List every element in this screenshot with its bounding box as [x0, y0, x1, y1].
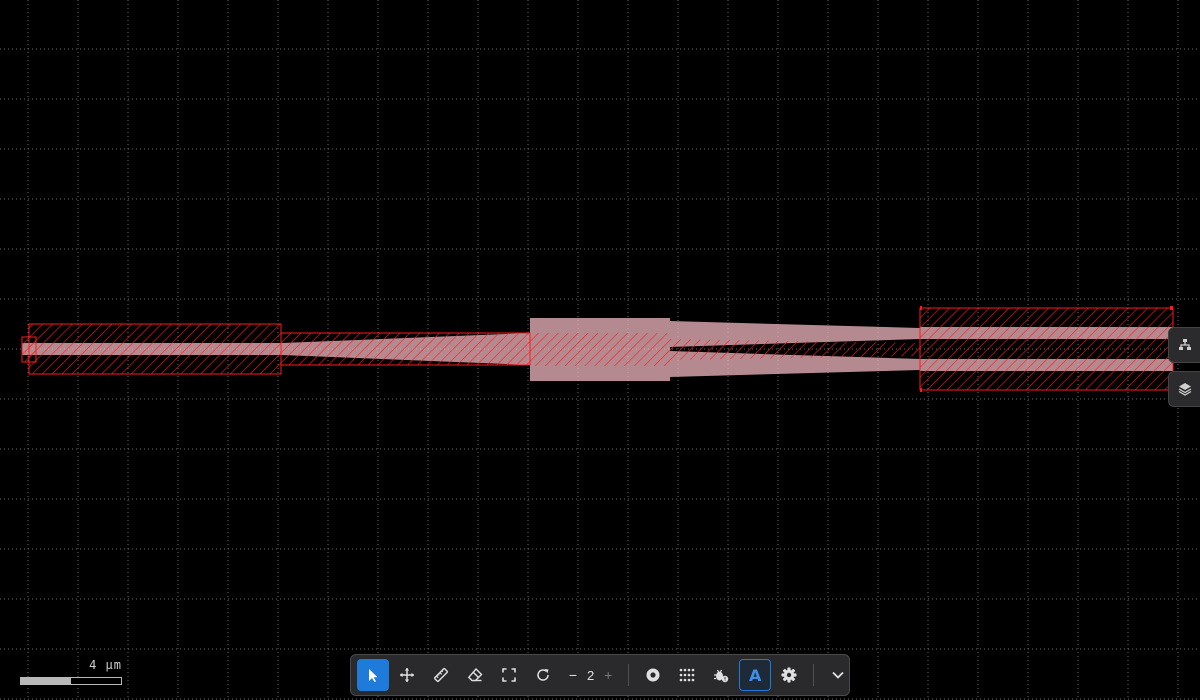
layout-canvas[interactable] [0, 0, 1200, 700]
move-tool-button[interactable] [391, 659, 423, 691]
rotate-icon [537, 669, 549, 681]
scale-fill [21, 678, 71, 684]
eraser-icon [467, 667, 483, 682]
layers-icon [1178, 383, 1191, 396]
fit-view-icon [502, 668, 516, 682]
layers-panel-button[interactable] [1168, 371, 1200, 407]
settings-icon [781, 667, 797, 683]
expand-toolbar-button[interactable] [822, 659, 854, 691]
ruler-tool-button[interactable] [425, 659, 457, 691]
ruler-icon [433, 667, 449, 683]
scale-bar: 4 µm [20, 658, 122, 688]
stepper-plus-button[interactable]: + [602, 667, 614, 683]
debug-button[interactable] [705, 659, 737, 691]
text-icon: A [749, 665, 762, 685]
layout-geometry [21, 306, 1174, 392]
grid-toggle-button[interactable] [671, 659, 703, 691]
toolbar-divider [628, 664, 630, 686]
scale-track [20, 677, 122, 685]
bottom-toolbar: − 2 + A [350, 654, 850, 696]
select-tool-button[interactable] [357, 659, 389, 691]
fit-view-button[interactable] [493, 659, 525, 691]
hierarchy-icon [1178, 339, 1191, 350]
hierarchy-panel-button[interactable] [1168, 327, 1200, 363]
text-label-toggle-button[interactable]: A [739, 659, 772, 691]
eraser-tool-button[interactable] [459, 659, 491, 691]
stepper-minus-button[interactable]: − [567, 667, 579, 683]
pointer-icon [369, 669, 378, 682]
scale-label: 4 µm [89, 658, 122, 672]
record-button[interactable] [637, 659, 669, 691]
bug-icon [714, 669, 729, 683]
chevron-down-icon [832, 671, 844, 679]
record-icon [646, 668, 660, 682]
grid-icon [679, 668, 695, 682]
rotate-button[interactable] [527, 659, 559, 691]
zoom-stepper: − 2 + [561, 667, 620, 683]
toolbar-divider [813, 664, 815, 686]
settings-button[interactable] [773, 659, 805, 691]
move-icon [400, 668, 414, 682]
stepper-value: 2 [587, 667, 595, 683]
